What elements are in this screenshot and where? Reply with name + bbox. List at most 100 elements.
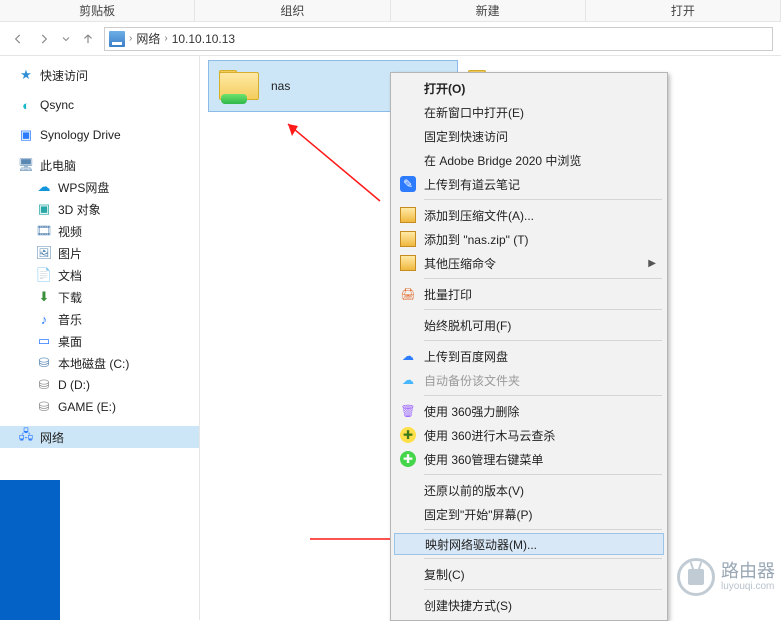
menu-360-delete[interactable]: 🗑使用 360强力删除 [394, 399, 664, 423]
annotation-arrow-icon [270, 116, 390, 206]
cube-icon: ▣ [36, 201, 52, 217]
menu-auto-backup: ☁ 自动备份该文件夹 [394, 368, 664, 392]
synology-icon: ▣ [18, 127, 34, 143]
ribbon-tab-new[interactable]: 新建 [391, 0, 586, 21]
sidebar-item-label: Qsync [40, 98, 74, 112]
menu-adobe-bridge[interactable]: 在 Adobe Bridge 2020 中浏览 [394, 148, 664, 172]
menu-label: 还原以前的版本(V) [424, 482, 524, 499]
address-segment-root[interactable]: 网络 [136, 30, 160, 47]
sidebar-item-label: 网络 [40, 429, 64, 446]
recent-dropdown[interactable] [60, 29, 72, 49]
menu-separator [424, 309, 662, 310]
sidebar-item-label: 本地磁盘 (C:) [58, 355, 129, 372]
shield-menu-icon: ✚ [400, 451, 416, 467]
menu-copy[interactable]: 复制(C) [394, 562, 664, 586]
cloud-icon: ☁ [36, 179, 52, 195]
menu-label: 添加到 "nas.zip" (T) [424, 231, 529, 248]
menu-pin-start[interactable]: 固定到"开始"屏幕(P) [394, 502, 664, 526]
music-icon: ♪ [36, 311, 52, 327]
watermark-title: 路由器 [721, 562, 775, 582]
picture-icon: 🖼 [36, 245, 52, 261]
archive-icon [400, 207, 416, 223]
menu-open[interactable]: 打开(O) [394, 76, 664, 100]
star-icon: ★ [18, 67, 34, 83]
sidebar-item-video[interactable]: 🎞 视频 [0, 220, 199, 242]
address-bar[interactable]: › 网络 › 10.10.10.13 [104, 27, 773, 51]
menu-label: 使用 360管理右键菜单 [424, 451, 543, 468]
menu-label: 批量打印 [424, 286, 472, 303]
menu-batch-print[interactable]: 🖨 批量打印 [394, 282, 664, 306]
menu-label: 打开(O) [424, 80, 465, 97]
chevron-right-icon: › [164, 33, 167, 44]
menu-create-shortcut[interactable]: 创建快捷方式(S) [394, 593, 664, 617]
video-icon: 🎞 [36, 223, 52, 239]
sidebar-qsync[interactable]: ◐ Qsync [0, 94, 199, 116]
menu-open-new-window[interactable]: 在新窗口中打开(E) [394, 100, 664, 124]
background-strip [0, 480, 60, 620]
menu-map-network-drive[interactable]: 映射网络驱动器(M)... [394, 533, 664, 555]
sidebar-item-downloads[interactable]: ⬇ 下载 [0, 286, 199, 308]
sidebar-item-label: 桌面 [58, 333, 82, 350]
printer-icon: 🖨 [400, 286, 416, 302]
menu-label: 创建快捷方式(S) [424, 597, 512, 614]
sidebar-item-label: 文档 [58, 267, 82, 284]
back-button[interactable] [8, 29, 28, 49]
menu-label: 固定到快速访问 [424, 128, 508, 145]
sidebar-item-label: 下载 [58, 289, 82, 306]
menu-label: 使用 360强力删除 [424, 403, 519, 420]
router-logo-icon [677, 558, 715, 596]
drive-icon: ⛁ [36, 399, 52, 415]
menu-label: 始终脱机可用(F) [424, 317, 511, 334]
forward-button[interactable] [34, 29, 54, 49]
sidebar-item-label: 快速访问 [40, 67, 88, 84]
menu-360-manage[interactable]: ✚ 使用 360管理右键菜单 [394, 447, 664, 471]
menu-pin-quick[interactable]: 固定到快速访问 [394, 124, 664, 148]
menu-separator [424, 529, 662, 530]
sidebar-quick-access[interactable]: ★ 快速访问 [0, 64, 199, 86]
menu-label: 其他压缩命令 [424, 255, 496, 272]
download-icon: ⬇ [36, 289, 52, 305]
sidebar-item-disk-c[interactable]: ⛁ 本地磁盘 (C:) [0, 352, 199, 374]
menu-label: 上传到百度网盘 [424, 348, 508, 365]
nav-bar: › 网络 › 10.10.10.13 [0, 22, 781, 56]
cloud-sync-icon: ☁ [400, 372, 416, 388]
menu-baidu-upload[interactable]: ☁上传到百度网盘 [394, 344, 664, 368]
menu-add-zip[interactable]: 添加到 "nas.zip" (T) [394, 227, 664, 251]
sidebar-item-pictures[interactable]: 🖼 图片 [0, 242, 199, 264]
sidebar-item-label: Synology Drive [40, 128, 121, 142]
chevron-right-icon: › [129, 33, 132, 44]
ribbon-tabs: 剪贴板 组织 新建 打开 [0, 0, 781, 22]
desktop-icon: ▭ [36, 333, 52, 349]
ribbon-tab-organize[interactable]: 组织 [195, 0, 390, 21]
sidebar-item-desktop[interactable]: ▭ 桌面 [0, 330, 199, 352]
sidebar-item-3d[interactable]: ▣3D 对象 [0, 198, 199, 220]
sidebar-item-label: 视频 [58, 223, 82, 240]
sidebar-item-documents[interactable]: 📄文档 [0, 264, 199, 286]
sidebar-item-wps[interactable]: ☁WPS网盘 [0, 176, 199, 198]
ribbon-tab-clipboard[interactable]: 剪贴板 [0, 0, 195, 21]
watermark: 路由器 luyouqi.com [677, 558, 775, 596]
menu-360-scan[interactable]: ✚使用 360进行木马云查杀 [394, 423, 664, 447]
up-button[interactable] [78, 29, 98, 49]
sidebar-item-music[interactable]: ♪音乐 [0, 308, 199, 330]
sidebar-synology[interactable]: ▣ Synology Drive [0, 124, 199, 146]
menu-restore-versions[interactable]: 还原以前的版本(V) [394, 478, 664, 502]
menu-add-archive[interactable]: 添加到压缩文件(A)... [394, 203, 664, 227]
qsync-icon: ◐ [18, 97, 34, 113]
sidebar-item-label: D (D:) [58, 378, 90, 392]
submenu-arrow-icon: ▶ [648, 258, 656, 269]
watermark-url: luyouqi.com [721, 581, 775, 592]
ribbon-tab-open[interactable]: 打开 [586, 0, 781, 21]
sidebar-item-label: 图片 [58, 245, 82, 262]
address-segment-host[interactable]: 10.10.10.13 [172, 32, 235, 46]
sidebar-this-pc[interactable]: 🖥 此电脑 [0, 154, 199, 176]
menu-offline[interactable]: 始终脱机可用(F) [394, 313, 664, 337]
menu-youdao-upload[interactable]: ✎上传到有道云笔记 [394, 172, 664, 196]
sidebar-item-disk-e[interactable]: ⛁GAME (E:) [0, 396, 199, 418]
menu-label: 自动备份该文件夹 [424, 372, 520, 389]
menu-other-compress[interactable]: 其他压缩命令 ▶ [394, 251, 664, 275]
menu-label: 添加到压缩文件(A)... [424, 207, 534, 224]
drive-icon: ⛁ [36, 355, 52, 371]
sidebar-item-disk-d[interactable]: ⛁D (D:) [0, 374, 199, 396]
sidebar-network[interactable]: 🖧 网络 [0, 426, 199, 448]
